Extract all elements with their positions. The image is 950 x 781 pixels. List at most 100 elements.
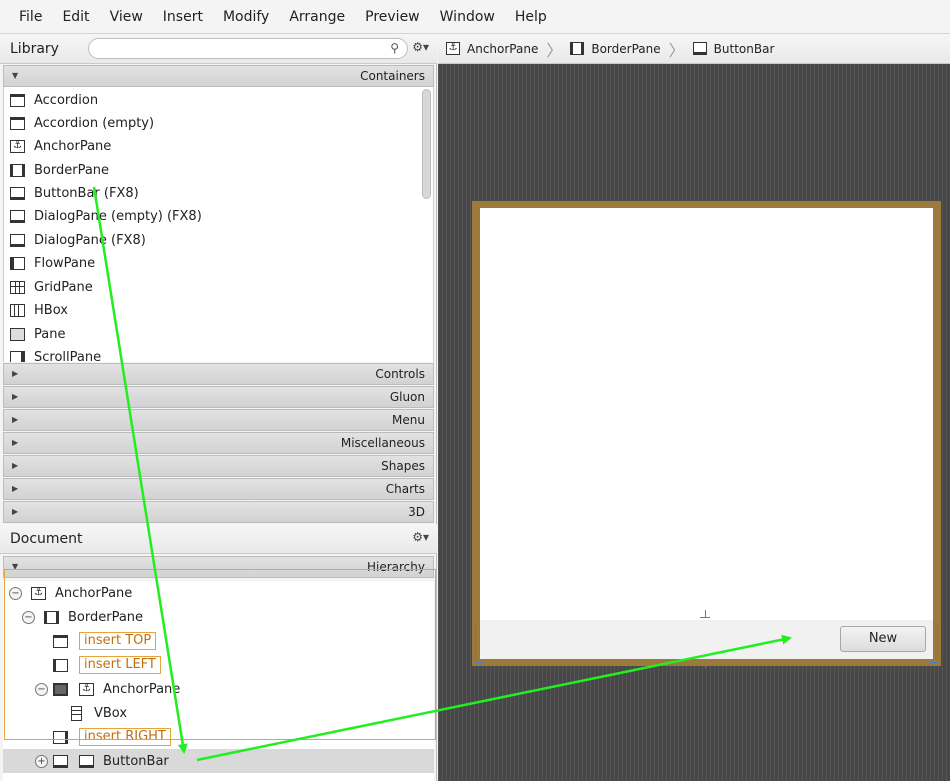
tree-row-insert-left[interactable]: insert LEFT: [3, 653, 434, 677]
section-menu[interactable]: ▶ Menu: [3, 409, 434, 431]
section-containers[interactable]: ▼ Containers: [3, 65, 434, 87]
menu-insert[interactable]: Insert: [153, 0, 213, 34]
tree-row-borderpane[interactable]: − BorderPane: [3, 605, 434, 629]
resize-handle[interactable]: [705, 662, 706, 668]
grid-pane-icon: [10, 280, 25, 294]
menu-arrange[interactable]: Arrange: [279, 0, 355, 34]
pane-icon: [10, 327, 25, 341]
library-search-input[interactable]: ⚲: [88, 38, 408, 59]
library-item[interactable]: Pane: [4, 323, 65, 345]
library-item[interactable]: GridPane: [4, 276, 93, 298]
search-icon: ⚲: [390, 41, 399, 55]
button-bar-icon: [10, 186, 25, 200]
collapse-toggle-icon[interactable]: −: [22, 610, 35, 624]
menu-window[interactable]: Window: [430, 0, 505, 34]
scroll-pane-icon: [10, 350, 25, 362]
tree-row-anchorpane-root[interactable]: − ⚓ AnchorPane: [3, 581, 434, 605]
section-hierarchy[interactable]: ▼ Hierarchy: [3, 556, 434, 578]
document-header: Document ⚙▾: [0, 524, 437, 554]
border-pane-right-icon: [53, 730, 68, 744]
new-button[interactable]: New: [840, 626, 926, 652]
anchor-pane-icon: ⚓: [31, 586, 46, 600]
content-canvas[interactable]: ⚓ AnchorPane 〉 BorderPane 〉 ButtonBar Ne…: [438, 34, 950, 781]
collapsed-triangle-icon: ▶: [12, 415, 19, 424]
collapsed-triangle-icon: ▶: [12, 484, 19, 493]
vbox-icon: [71, 705, 82, 721]
library-item[interactable]: ScrollPane: [4, 346, 101, 362]
library-title: Library: [10, 40, 59, 57]
library-header: Library ⚲ ⚙▾: [0, 34, 437, 64]
resize-handle[interactable]: [475, 662, 483, 663]
border-pane-bottom-icon: [53, 754, 68, 768]
resize-handle[interactable]: [937, 624, 938, 658]
library-item[interactable]: DialogPane (empty) (FX8): [4, 205, 202, 227]
collapsed-triangle-icon: ▶: [12, 507, 19, 516]
accordion-icon: [10, 116, 25, 130]
section-miscellaneous[interactable]: ▶ Miscellaneous: [3, 432, 434, 454]
borderpane-stage[interactable]: [480, 208, 933, 659]
insert-top-slot[interactable]: insert TOP: [79, 632, 157, 650]
section-controls[interactable]: ▶ Controls: [3, 363, 434, 385]
collapsed-triangle-icon: ▶: [12, 369, 19, 378]
section-3d[interactable]: ▶ 3D: [3, 501, 434, 523]
accordion-icon: [10, 93, 25, 107]
library-item[interactable]: ⚓ AnchorPane: [4, 135, 111, 157]
tree-row-insert-right[interactable]: insert RIGHT: [3, 725, 434, 749]
library-item[interactable]: FlowPane: [4, 252, 95, 274]
border-pane-top-icon: [53, 634, 68, 648]
menu-help[interactable]: Help: [505, 0, 557, 34]
library-scrollbar[interactable]: [422, 89, 431, 199]
border-pane-icon: [44, 610, 59, 624]
menu-view[interactable]: View: [100, 0, 153, 34]
border-pane-icon: [10, 163, 25, 177]
resize-handle[interactable]: [475, 624, 476, 658]
expand-toggle-icon[interactable]: +: [35, 754, 48, 768]
tree-row-insert-top[interactable]: insert TOP: [3, 629, 434, 653]
tree-row-anchorpane-child[interactable]: − ⚓ AnchorPane: [3, 677, 434, 701]
expanded-triangle-icon: ▼: [12, 71, 19, 80]
library-item[interactable]: BorderPane: [4, 159, 109, 181]
section-gluon[interactable]: ▶ Gluon: [3, 386, 434, 408]
menu-preview[interactable]: Preview: [355, 0, 430, 34]
library-item[interactable]: ButtonBar (FX8): [4, 182, 139, 204]
collapsed-triangle-icon: ▶: [12, 392, 19, 401]
breadcrumb-item[interactable]: ButtonBar: [692, 42, 774, 56]
library-item[interactable]: HBox: [4, 299, 68, 321]
collapsed-triangle-icon: ▶: [12, 461, 19, 470]
anchor-pane-icon: ⚓: [446, 42, 460, 55]
flow-pane-icon: [10, 256, 25, 270]
collapse-toggle-icon[interactable]: −: [35, 682, 48, 696]
resize-handle[interactable]: [700, 617, 710, 618]
library-item[interactable]: Accordion (empty): [4, 112, 154, 134]
breadcrumb: ⚓ AnchorPane 〉 BorderPane 〉 ButtonBar: [438, 34, 950, 64]
menu-file[interactable]: File: [9, 0, 52, 34]
tree-row-vbox[interactable]: VBox: [3, 701, 434, 725]
insert-left-slot[interactable]: insert LEFT: [79, 656, 161, 674]
section-charts[interactable]: ▶ Charts: [3, 478, 434, 500]
anchor-pane-icon: ⚓: [10, 139, 25, 153]
library-gear-icon[interactable]: ⚙▾: [412, 40, 429, 54]
breadcrumb-separator-icon: 〉: [668, 40, 685, 60]
breadcrumb-item[interactable]: ⚓ AnchorPane: [446, 42, 538, 56]
border-pane-left-icon: [53, 658, 68, 672]
breadcrumb-separator-icon: 〉: [546, 40, 563, 60]
breadcrumb-item[interactable]: BorderPane: [570, 42, 661, 56]
expanded-triangle-icon: ▼: [12, 562, 19, 571]
menu-edit[interactable]: Edit: [52, 0, 99, 34]
library-item-list: Accordion Accordion (empty) ⚓ AnchorPane…: [3, 87, 434, 362]
resize-handle[interactable]: [930, 662, 938, 663]
hierarchy-tree: − ⚓ AnchorPane − BorderPane insert TOP i…: [3, 581, 434, 781]
anchor-pane-icon: ⚓: [79, 682, 94, 696]
section-shapes[interactable]: ▶ Shapes: [3, 455, 434, 477]
menu-modify[interactable]: Modify: [213, 0, 279, 34]
insert-right-slot[interactable]: insert RIGHT: [79, 728, 171, 746]
button-bar-icon: [79, 754, 94, 768]
dialog-pane-icon: [10, 233, 25, 247]
library-item[interactable]: DialogPane (FX8): [4, 229, 146, 251]
document-gear-icon[interactable]: ⚙▾: [412, 530, 429, 544]
dialog-pane-icon: [10, 209, 25, 223]
tree-row-buttonbar[interactable]: + ButtonBar: [3, 749, 434, 773]
collapse-toggle-icon[interactable]: −: [9, 586, 22, 600]
library-item[interactable]: Accordion: [4, 89, 98, 111]
border-pane-center-icon: [53, 682, 68, 696]
